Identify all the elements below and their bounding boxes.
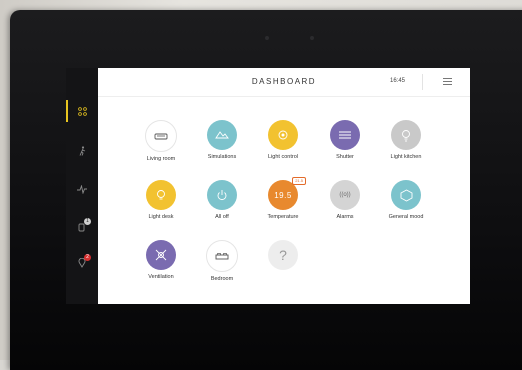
tile-label: Bedroom	[210, 276, 234, 282]
devices-badge: 1	[84, 218, 91, 225]
sidebar-item-devices[interactable]: 1	[66, 216, 98, 238]
tile-label: Living room	[146, 156, 176, 162]
thermostat-icon: 19.5 21.5	[268, 177, 306, 210]
tile-label: General mood	[388, 214, 424, 220]
sidebar-item-energy[interactable]	[66, 178, 98, 200]
tile-bedroom[interactable]: Bedroom	[192, 240, 252, 290]
tile-light-control[interactable]: Light control	[253, 120, 313, 170]
simulation-icon	[207, 120, 237, 150]
mood-icon	[391, 180, 421, 210]
tile-temperature[interactable]: 19.5 21.5 Temperature	[253, 177, 313, 230]
question-icon: ?	[268, 240, 298, 270]
alarm-icon: ((o))	[330, 180, 360, 210]
alarm-symbol: ((o))	[339, 192, 351, 198]
sidebar-nav: 1 2	[66, 68, 98, 304]
page-title: DASHBOARD	[251, 77, 317, 86]
tile-label: Ventilation	[148, 274, 174, 280]
fan-icon	[146, 240, 176, 270]
hamburger-menu-icon[interactable]	[443, 78, 452, 85]
alerts-badge: 2	[84, 254, 91, 261]
tile-label: Light control	[268, 154, 298, 160]
tile-simulations[interactable]: Simulations	[192, 120, 252, 170]
grid-icon	[77, 106, 87, 116]
bed-icon	[206, 240, 238, 272]
tile-shutter[interactable]: Shutter	[315, 120, 375, 170]
tile-label: Shutter	[336, 154, 354, 160]
divider	[422, 74, 423, 90]
tile-help[interactable]: ?	[253, 240, 313, 290]
tile-light-desk[interactable]: Light desk	[131, 180, 191, 230]
shutter-icon	[330, 120, 360, 150]
tile-all-off[interactable]: All off	[192, 180, 252, 230]
temperature-value: 19.5	[274, 190, 292, 200]
bulb-icon	[391, 120, 421, 150]
person-walking-icon	[79, 146, 85, 156]
sidebar-item-alerts[interactable]: 2	[66, 252, 98, 274]
dashboard-screen: DASHBOARD 16:45 Living room Simulations …	[98, 68, 470, 304]
top-bar: DASHBOARD 16:45	[98, 68, 470, 97]
tile-label: All off	[215, 214, 229, 220]
tile-light-kitchen[interactable]: Light kitchen	[376, 120, 436, 170]
tile-ventilation[interactable]: Ventilation	[131, 240, 191, 290]
bulb-icon	[146, 180, 176, 210]
active-indicator	[66, 100, 68, 122]
clock: 16:45	[390, 78, 406, 84]
sidebar-item-scenes[interactable]	[66, 140, 98, 162]
tile-label: Alarms	[336, 214, 354, 220]
sensor-dot	[265, 36, 269, 40]
tile-label: Temperature	[267, 214, 299, 220]
camera-dot	[310, 36, 314, 40]
tile-general-mood[interactable]: General mood	[376, 180, 436, 230]
tile-living-room[interactable]: Living room	[131, 120, 191, 170]
temperature-setpoint: 21.5	[292, 177, 306, 185]
power-icon	[207, 180, 237, 210]
sidebar-item-dashboard[interactable]	[66, 100, 98, 122]
tile-label: Simulations	[207, 154, 237, 160]
question-glyph: ?	[279, 247, 287, 263]
tile-alarms[interactable]: ((o)) Alarms	[315, 180, 375, 230]
bulb-icon	[268, 120, 298, 150]
tile-label: Light kitchen	[390, 154, 422, 160]
tile-label: Light desk	[148, 214, 174, 220]
sofa-icon	[145, 120, 177, 152]
pulse-icon	[77, 184, 87, 194]
